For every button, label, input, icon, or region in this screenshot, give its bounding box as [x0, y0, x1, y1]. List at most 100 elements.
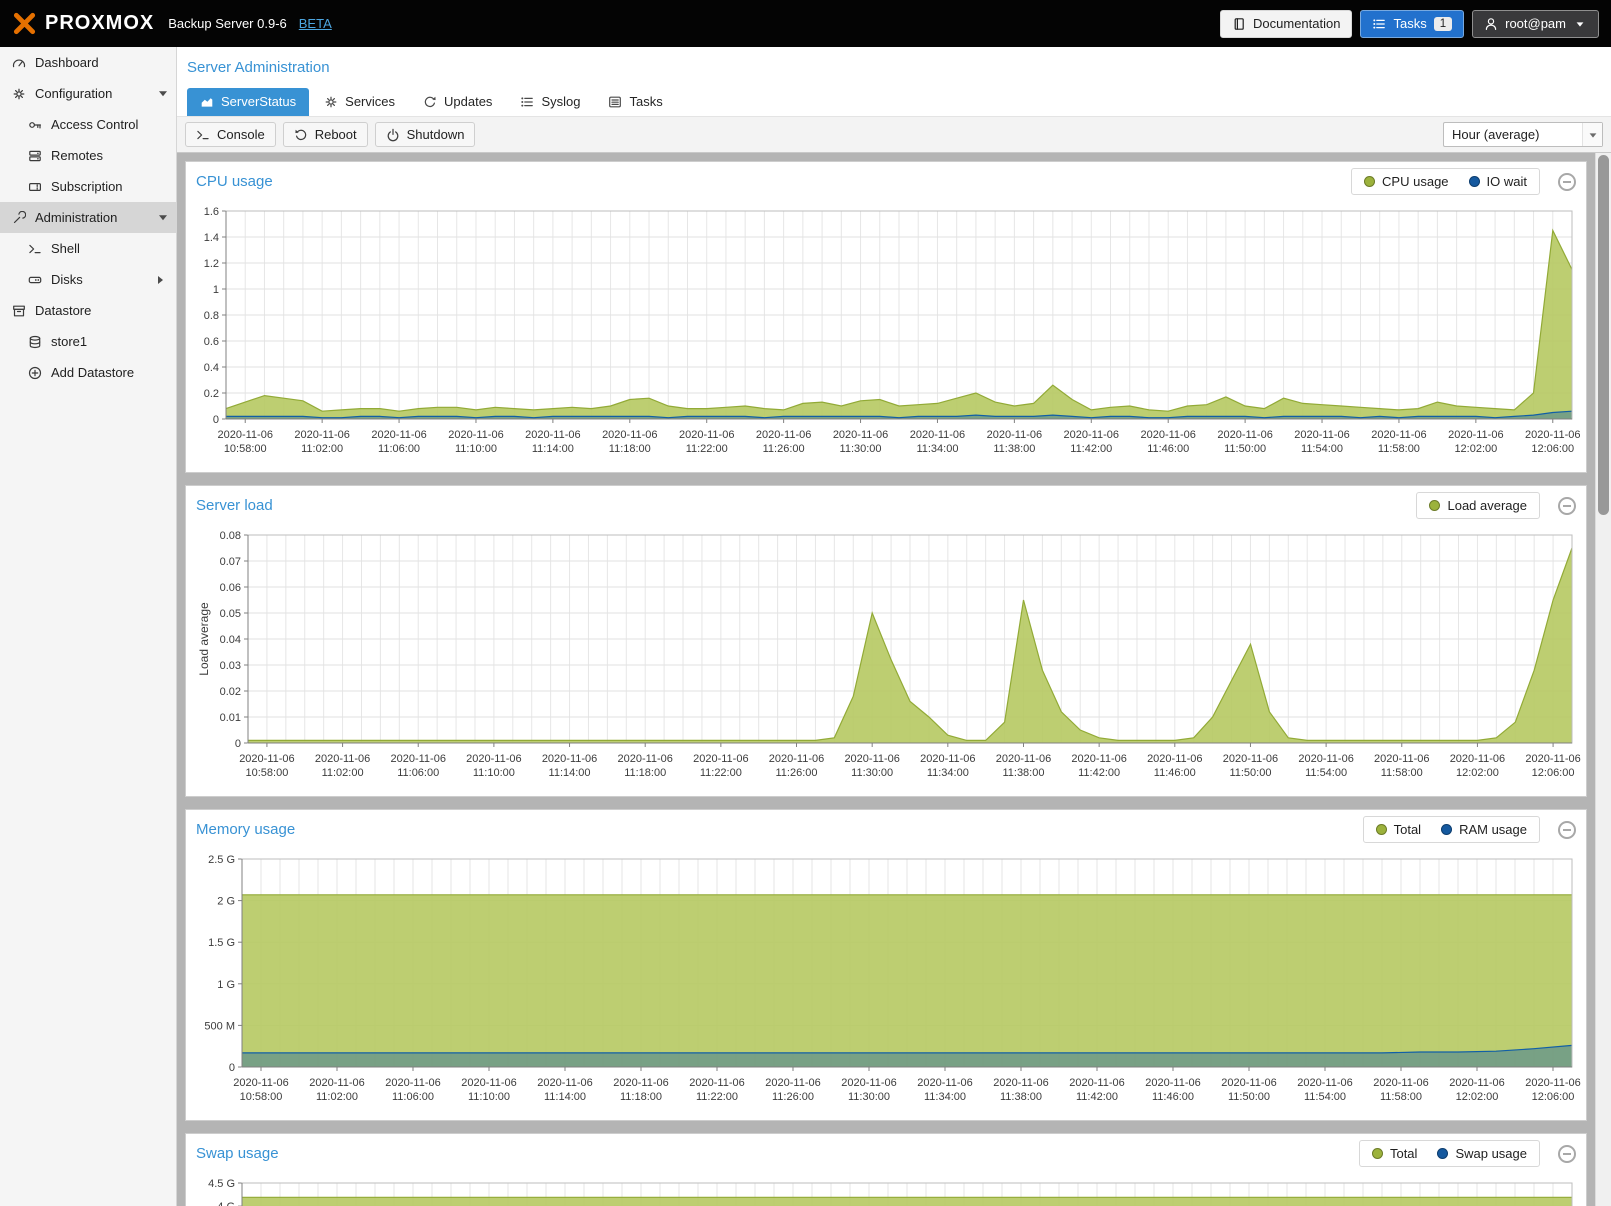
sidebar-item-datastore[interactable]: Datastore: [0, 295, 176, 326]
svg-text:0.8: 0.8: [204, 310, 219, 322]
legend-item[interactable]: RAM usage: [1441, 822, 1527, 837]
svg-text:11:18:00: 11:18:00: [620, 1091, 662, 1103]
sidebar-item-subscription[interactable]: Subscription: [0, 171, 176, 202]
terminal-icon: [28, 242, 42, 256]
svg-text:2020-11-06: 2020-11-06: [1449, 1077, 1504, 1089]
power-icon: [386, 128, 400, 142]
svg-text:0.03: 0.03: [220, 660, 241, 672]
tab-services[interactable]: Services: [311, 88, 408, 116]
minus-icon: [1563, 829, 1571, 831]
tab-tasks[interactable]: Tasks: [595, 88, 675, 116]
sidebar-item-administration[interactable]: Administration: [0, 202, 176, 233]
chart-legend: Total Swap usage: [1359, 1140, 1540, 1167]
svg-text:2020-11-06: 2020-11-06: [371, 429, 426, 441]
svg-text:2020-11-06: 2020-11-06: [844, 753, 899, 765]
sidebar-item-store1[interactable]: store1: [0, 326, 176, 357]
list-alt-icon: [608, 95, 622, 109]
svg-text:12:06:00: 12:06:00: [1531, 443, 1574, 455]
cpu-chart: 00.20.40.60.811.21.41.62020-11-0610:58:0…: [190, 201, 1582, 465]
sidebar-item-label: Dashboard: [35, 55, 99, 70]
svg-text:2020-11-06: 2020-11-06: [769, 753, 824, 765]
collapse-panel-button[interactable]: [1558, 173, 1576, 191]
tab-updates[interactable]: Updates: [410, 88, 505, 116]
svg-text:0.01: 0.01: [220, 712, 241, 724]
svg-text:1.2: 1.2: [204, 258, 219, 270]
tasks-button[interactable]: Tasks 1: [1360, 10, 1464, 38]
svg-text:11:26:00: 11:26:00: [776, 767, 818, 779]
reboot-button[interactable]: Reboot: [283, 122, 368, 147]
page-title: Server Administration: [187, 59, 1611, 76]
legend-item[interactable]: Total: [1376, 822, 1421, 837]
collapse-panel-button[interactable]: [1558, 1145, 1576, 1163]
memory-chart: 0500 M1 G1.5 G2 G2.5 G2020-11-0610:58:00…: [190, 849, 1582, 1113]
collapse-panel-button[interactable]: [1558, 821, 1576, 839]
svg-text:11:26:00: 11:26:00: [763, 443, 805, 455]
console-button[interactable]: Console: [185, 122, 276, 147]
svg-text:11:50:00: 11:50:00: [1229, 767, 1271, 779]
user-menu-button[interactable]: root@pam: [1472, 10, 1599, 38]
reboot-icon: [294, 128, 308, 142]
svg-text:0: 0: [235, 738, 241, 750]
tab-label: Syslog: [541, 94, 580, 109]
svg-text:2020-11-06: 2020-11-06: [1374, 753, 1429, 765]
svg-text:11:14:00: 11:14:00: [532, 443, 574, 455]
legend-item[interactable]: IO wait: [1469, 174, 1527, 189]
legend-dot: [1437, 1148, 1448, 1159]
sidebar-item-label: Configuration: [35, 86, 112, 101]
legend-item[interactable]: Load average: [1429, 498, 1527, 513]
beta-link[interactable]: BETA: [299, 16, 332, 31]
legend-item[interactable]: Swap usage: [1437, 1146, 1527, 1161]
collapse-panel-button[interactable]: [1558, 497, 1576, 515]
chart-legend: Load average: [1416, 492, 1540, 519]
sidebar-item-access-control[interactable]: Access Control: [0, 109, 176, 140]
header-actions: Documentation Tasks 1 root@pam: [1220, 10, 1599, 38]
svg-text:500 M: 500 M: [204, 1020, 235, 1032]
svg-text:0: 0: [229, 1062, 235, 1074]
panel-header: CPU usageCPU usage IO wait: [186, 162, 1586, 201]
svg-text:11:42:00: 11:42:00: [1076, 1091, 1118, 1103]
vertical-scrollbar[interactable]: [1595, 153, 1611, 1206]
svg-text:2020-11-06: 2020-11-06: [466, 753, 521, 765]
sidebar-item-dashboard[interactable]: Dashboard: [0, 47, 176, 78]
ticket-icon: [28, 180, 42, 194]
svg-text:0.06: 0.06: [220, 582, 241, 594]
svg-text:2020-11-06: 2020-11-06: [1217, 429, 1272, 441]
legend-item[interactable]: Total: [1372, 1146, 1417, 1161]
svg-text:11:10:00: 11:10:00: [455, 443, 497, 455]
legend-dot: [1441, 824, 1452, 835]
expander-down-icon[interactable]: [159, 91, 167, 100]
svg-text:11:14:00: 11:14:00: [549, 767, 591, 779]
svg-text:11:42:00: 11:42:00: [1070, 443, 1112, 455]
tab-syslog[interactable]: Syslog: [507, 88, 593, 116]
tasks-label: Tasks: [1393, 16, 1426, 31]
chart-legend: CPU usage IO wait: [1351, 168, 1540, 195]
expander-down-icon[interactable]: [159, 215, 167, 224]
shutdown-button[interactable]: Shutdown: [375, 122, 476, 147]
svg-text:10:58:00: 10:58:00: [246, 767, 289, 779]
svg-text:2020-11-06: 2020-11-06: [1371, 429, 1426, 441]
expander-right-icon[interactable]: [158, 276, 167, 284]
sidebar-item-add-datastore[interactable]: Add Datastore: [0, 357, 176, 388]
book-icon: [1232, 17, 1246, 31]
scrollbar-thumb[interactable]: [1598, 155, 1609, 515]
svg-text:2020-11-06: 2020-11-06: [910, 429, 965, 441]
svg-text:2020-11-06: 2020-11-06: [1221, 1077, 1276, 1089]
sidebar-item-remotes[interactable]: Remotes: [0, 140, 176, 171]
svg-text:1.6: 1.6: [204, 206, 219, 218]
svg-text:2020-11-06: 2020-11-06: [239, 753, 294, 765]
tachometer-icon: [12, 56, 26, 70]
tab-serverstatus[interactable]: ServerStatus: [187, 88, 309, 116]
svg-text:11:22:00: 11:22:00: [686, 443, 728, 455]
legend-item[interactable]: CPU usage: [1364, 174, 1448, 189]
sidebar-item-configuration[interactable]: Configuration: [0, 78, 176, 109]
list-icon: [520, 95, 534, 109]
documentation-button[interactable]: Documentation: [1220, 10, 1352, 38]
shutdown-label: Shutdown: [407, 127, 465, 142]
chart-body: 00.010.020.030.040.050.060.070.082020-11…: [186, 525, 1586, 796]
combo-trigger[interactable]: [1582, 123, 1602, 146]
svg-text:2020-11-06: 2020-11-06: [996, 753, 1051, 765]
sidebar-item-shell[interactable]: Shell: [0, 233, 176, 264]
sidebar-item-disks[interactable]: Disks: [0, 264, 176, 295]
svg-text:11:10:00: 11:10:00: [468, 1091, 510, 1103]
timeframe-select[interactable]: Hour (average): [1443, 122, 1603, 147]
